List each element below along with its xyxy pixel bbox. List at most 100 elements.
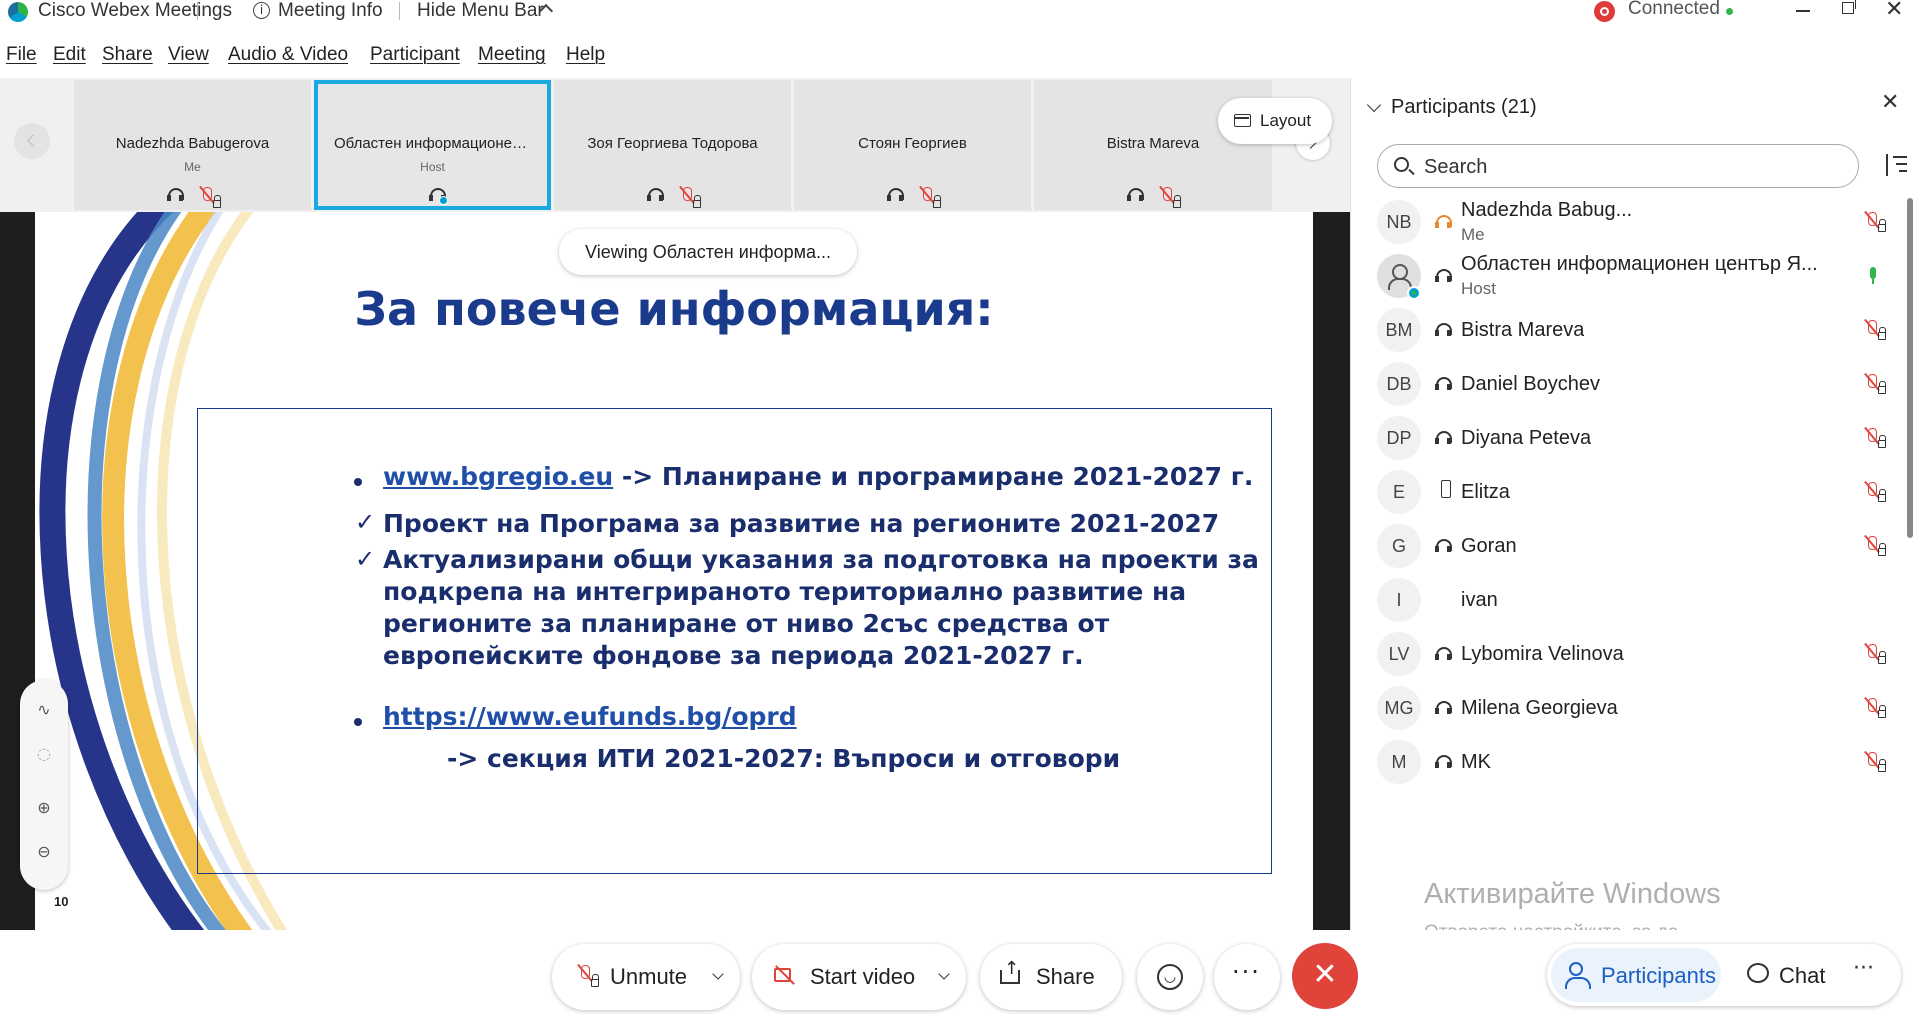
restore-icon[interactable]	[1842, 0, 1856, 14]
hide-menu-bar-button[interactable]: Hide Menu Bar	[417, 0, 544, 22]
title-bar: Cisco Webex Meetings i Meeting Info Hide…	[0, 0, 1917, 24]
pointer-icon[interactable]: ◌	[34, 744, 54, 764]
headset-icon	[1435, 537, 1453, 555]
zoom-out-icon[interactable]: ⊖	[34, 842, 54, 862]
annotate-pen-icon[interactable]: ∿	[34, 700, 54, 720]
participant-row[interactable]: DB Daniel Boychev	[1351, 358, 1906, 412]
lock-icon	[213, 195, 221, 208]
participant-row[interactable]: Областен информационен център Я... Host	[1351, 250, 1906, 304]
menu-meeting[interactable]: Meeting	[478, 44, 546, 66]
mic-muted-icon[interactable]	[1863, 211, 1889, 233]
participant-name: Milena Georgieva	[1461, 697, 1618, 719]
participant-row[interactable]: NB Nadezhda Babug... Me	[1351, 196, 1906, 250]
layout-button[interactable]: Layout	[1218, 98, 1332, 144]
participant-name: Goran	[1461, 535, 1517, 557]
unmute-button[interactable]: Unmute	[552, 944, 740, 1010]
zoom-in-icon[interactable]: ⊕	[34, 798, 54, 818]
eufunds-link[interactable]: https://www.eufunds.bg/oprd	[383, 702, 797, 731]
filmstrip-prev-button[interactable]	[14, 123, 50, 159]
mic-muted-icon[interactable]	[1863, 319, 1889, 341]
participant-row[interactable]: E Elitza	[1351, 466, 1906, 520]
mic-on-icon[interactable]	[1863, 265, 1889, 287]
bgregio-link[interactable]: www.bgregio.eu	[383, 462, 613, 491]
tile-name: Nadezhda Babugerova	[115, 135, 270, 152]
participant-row[interactable]: DP Diyana Peteva	[1351, 412, 1906, 466]
reactions-button[interactable]: ◡	[1137, 944, 1203, 1010]
menu-view[interactable]: View	[168, 44, 209, 66]
headset-icon	[887, 188, 904, 202]
video-tile[interactable]: Nadezhda Babugerova Me	[74, 80, 311, 210]
close-panel-icon[interactable]: ✕	[1881, 90, 1899, 115]
chat-tab[interactable]: Chat	[1737, 948, 1837, 1002]
unmute-label: Unmute	[610, 964, 688, 989]
video-filmstrip: Nadezhda Babugerova Me Областен информац…	[0, 78, 1350, 212]
mic-muted-icon[interactable]	[1863, 751, 1889, 773]
headset-icon	[1435, 321, 1453, 339]
mic-muted-icon[interactable]	[1863, 481, 1889, 503]
menu-help[interactable]: Help	[566, 44, 605, 66]
share-icon	[1000, 958, 1020, 984]
meeting-info-button[interactable]: Meeting Info	[278, 0, 383, 22]
search-icon	[1394, 157, 1409, 172]
chevron-down-icon[interactable]	[1366, 97, 1382, 113]
participant-row[interactable]: BM Bistra Mareva	[1351, 304, 1906, 358]
end-meeting-button[interactable]: ✕	[1292, 943, 1358, 1009]
participant-row[interactable]: I ivan	[1351, 574, 1906, 628]
mic-muted-icon[interactable]	[1863, 697, 1889, 719]
phone-icon	[1441, 480, 1451, 498]
participant-row[interactable]: LV Lybomira Velinova	[1351, 628, 1906, 682]
avatar: LV	[1377, 632, 1421, 676]
chevron-down-icon[interactable]	[712, 968, 724, 980]
participant-row[interactable]: M MK	[1351, 736, 1906, 790]
video-tile-active-speaker[interactable]: Областен информационен... Host	[314, 80, 551, 210]
headset-icon	[1435, 375, 1453, 393]
menu-participant[interactable]: Participant	[370, 44, 460, 66]
more-options-button[interactable]: ···	[1214, 944, 1280, 1010]
menu-edit[interactable]: Edit	[53, 44, 86, 66]
tile-status	[1034, 187, 1272, 208]
windows-activation-watermark: Активирайте Windows	[1424, 878, 1721, 910]
chevron-down-icon[interactable]	[938, 968, 950, 980]
slide-line-5: регионите за планиране от ниво 2със сред…	[383, 609, 1110, 638]
viewing-indicator[interactable]: Viewing Областен информа...	[559, 229, 857, 275]
divider	[197, 2, 198, 20]
mic-muted-icon[interactable]	[1863, 427, 1889, 449]
start-video-button[interactable]: Start video	[752, 944, 966, 1010]
mic-muted-icon[interactable]	[1863, 373, 1889, 395]
participants-panel: Participants (21) ✕ NB Nadezhda Babug...…	[1350, 78, 1917, 930]
avatar: NB	[1377, 200, 1421, 244]
annotation-toolbar: ∿ ◌ ⊕ ⊖	[20, 680, 68, 890]
more-panels-icon[interactable]: ···	[1853, 956, 1874, 981]
start-video-label: Start video	[810, 964, 916, 989]
participant-list: NB Nadezhda Babug... Me Областен информа…	[1351, 196, 1906, 930]
sort-icon[interactable]	[1883, 154, 1907, 178]
participant-search[interactable]	[1377, 144, 1859, 188]
participants-tab[interactable]: Participants	[1551, 948, 1721, 1002]
menu-share[interactable]: Share	[102, 44, 153, 66]
mic-muted-icon[interactable]	[1863, 535, 1889, 557]
menu-audio-video[interactable]: Audio & Video	[228, 44, 348, 66]
participants-header: Participants (21) ✕	[1351, 78, 1917, 138]
participant-row[interactable]: MG Milena Georgieva	[1351, 682, 1906, 736]
search-input[interactable]	[1424, 155, 1844, 179]
slide-line-1: www.bgregio.eu -> Планиране и програмира…	[383, 462, 1253, 491]
close-window-icon[interactable]: ✕	[1885, 0, 1903, 22]
mic-muted-icon[interactable]	[1863, 643, 1889, 665]
headset-icon	[1435, 645, 1453, 663]
participant-name: MK	[1461, 751, 1491, 773]
participant-list-scrollbar[interactable]	[1907, 198, 1913, 538]
meeting-controls: Unmute Start video Share ◡ ··· ✕ Partici…	[0, 930, 1917, 1020]
lock-icon	[693, 195, 701, 208]
webex-window: Cisco Webex Meetings i Meeting Info Hide…	[0, 0, 1917, 1020]
presentation-slide: Viewing Областен информа... За повече ин…	[35, 212, 1313, 930]
tile-status	[74, 187, 311, 208]
minimize-icon[interactable]	[1796, 10, 1810, 12]
video-tile[interactable]: Зоя Георгиева Тодорова	[554, 80, 791, 210]
bullet	[354, 478, 362, 486]
info-icon[interactable]: i	[253, 2, 270, 19]
participant-row[interactable]: G Goran	[1351, 520, 1906, 574]
share-button[interactable]: Share	[980, 944, 1122, 1010]
video-tile[interactable]: Стоян Георгиев	[794, 80, 1031, 210]
menu-file[interactable]: File	[6, 44, 37, 66]
participant-name: Elitza	[1461, 481, 1510, 503]
